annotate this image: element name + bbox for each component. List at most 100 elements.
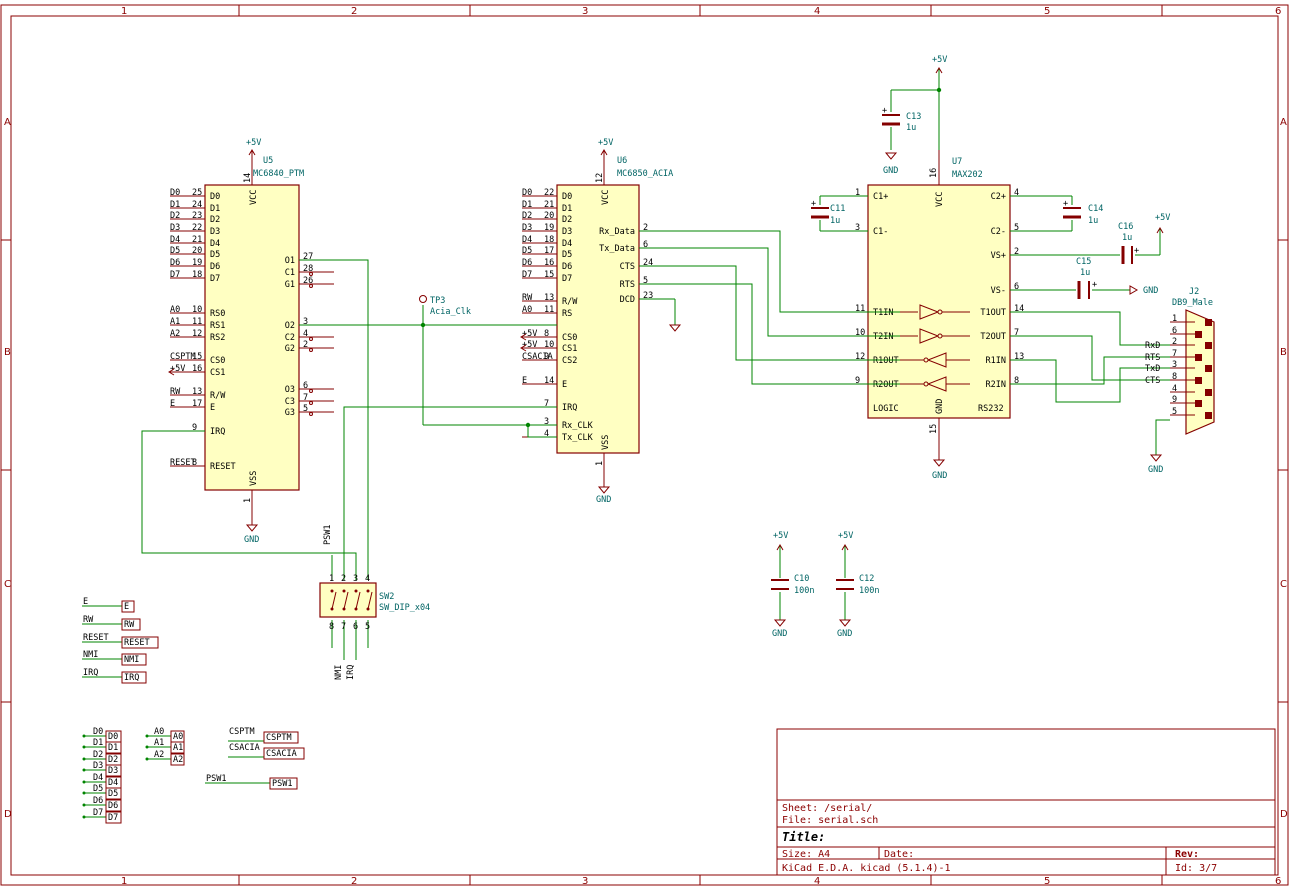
u7-rs232: RS232 — [978, 404, 1004, 414]
hier-net: D3 — [93, 761, 103, 771]
u7-vcc: VCC — [935, 192, 945, 207]
net-label: A1 — [170, 317, 180, 327]
pin-name: CS0 — [210, 356, 225, 366]
title-block — [776, 728, 1276, 876]
sw2-dip-switch[interactable] — [319, 582, 377, 618]
pin-number: 4 — [303, 329, 308, 339]
tb-size: Size: A4 — [782, 849, 830, 860]
hier-left-text: IRQ — [124, 673, 139, 683]
frame-row-left: A — [4, 117, 11, 128]
pin-number: 18 — [192, 270, 202, 280]
pin-number: 1 — [1172, 314, 1177, 324]
pin-name: E — [210, 403, 215, 413]
pin-number: 11 — [544, 305, 554, 315]
hier-net: D1 — [93, 738, 103, 748]
pin-number: 22 — [544, 188, 554, 198]
pin-number: 1 — [329, 574, 334, 584]
hier-dot — [82, 791, 86, 795]
hier-net: D4 — [93, 773, 103, 783]
frame-col-top: 2 — [351, 6, 357, 17]
pin-number: 24 — [192, 200, 202, 210]
hier-dot — [82, 745, 86, 749]
c12-pwr: +5V — [838, 531, 853, 541]
frame-col-bottom: 2 — [351, 876, 357, 887]
net-label: D0 — [522, 188, 532, 198]
gnd-icon — [773, 619, 787, 627]
c13-ref: C13 — [906, 112, 921, 122]
pin-name: D5 — [562, 250, 572, 260]
net-label: RW — [522, 293, 533, 303]
pin-number: 2 — [303, 340, 308, 350]
gnd-icon — [597, 486, 611, 494]
pin-name: D0 — [210, 192, 220, 202]
u5-gnd: GND — [244, 535, 259, 545]
tp3-testpoint[interactable] — [419, 295, 427, 303]
pin-number: 5 — [303, 404, 308, 414]
pin-name: G2 — [285, 344, 295, 354]
hier-net: IRQ — [83, 668, 98, 678]
nc-marker — [309, 412, 313, 416]
c11-value: 1u — [830, 216, 840, 226]
hierarchical-labels: E ERW RWRESET RESETNMI NMIIRQ IRQD0 D0D1 D1D2 D2… — [82, 597, 305, 824]
pin-number: 5 — [1172, 407, 1177, 417]
contact-icon — [354, 589, 358, 593]
top-pwr: +5V — [932, 55, 947, 65]
hier-cs-text: CSPTM — [266, 733, 292, 743]
u7-gnd: GND — [932, 471, 947, 481]
net-label: D0 — [170, 188, 180, 198]
u7-ref: U7 — [952, 157, 962, 167]
pin-name: RS0 — [210, 309, 225, 319]
pin-name: R2IN — [986, 380, 1006, 390]
frame-row-right: A — [1280, 117, 1287, 128]
pin-number: 8 — [329, 622, 334, 632]
pin-name: C3 — [285, 397, 295, 407]
contact-icon — [342, 589, 346, 593]
hier-data-text: D0 — [108, 732, 118, 742]
frame-col-top: 6 — [1275, 6, 1281, 17]
pin-name: G3 — [285, 408, 295, 418]
pin-number: 3 — [1172, 360, 1177, 370]
net-label: RESET — [170, 458, 196, 468]
hier-cs-text: CSACIA — [266, 749, 297, 759]
pin-name: VS- — [991, 286, 1006, 296]
pin-number: 6 — [1172, 326, 1177, 336]
pin-number: 13 — [192, 387, 202, 397]
hier-dot — [145, 734, 149, 738]
nc-marker — [309, 401, 313, 405]
pin-name: D2 — [210, 215, 220, 225]
pin-name: R2OUT — [873, 380, 899, 390]
j2-net-cts: CTS — [1145, 376, 1160, 386]
frame-col-bottom: 6 — [1275, 876, 1281, 887]
hier-dot — [82, 803, 86, 807]
u6-value: MC6850_ACIA — [617, 169, 673, 179]
pin-number: 10 — [192, 305, 202, 315]
pin-number: 20 — [544, 211, 554, 221]
nc-marker — [309, 337, 313, 341]
gnd-icon — [884, 152, 898, 160]
c12-gnd: GND — [837, 629, 852, 639]
pin-number: 10 — [544, 340, 554, 350]
c10-gnd: GND — [772, 629, 787, 639]
frame-row-left: C — [4, 579, 11, 590]
tp3-value: Acia_Clk — [430, 307, 471, 317]
pin-name: DCD — [620, 295, 635, 305]
pin-name: D1 — [210, 204, 220, 214]
pin-number: 4 — [1172, 384, 1177, 394]
hier-net: E — [83, 597, 88, 607]
svg-text:+: + — [1092, 280, 1097, 290]
frame-col-bottom: 5 — [1044, 876, 1050, 887]
hier-left-text: NMI — [124, 655, 139, 665]
pin-name: D5 — [210, 250, 220, 260]
pin-number: 7 — [1172, 349, 1177, 359]
net-label: D7 — [170, 270, 180, 280]
sw2-nmi: NMI — [334, 665, 344, 680]
pin-number: 22 — [192, 223, 202, 233]
pin-name: G1 — [285, 280, 295, 290]
pin-number: 15 — [544, 270, 554, 280]
pin-number: 4 — [365, 574, 370, 584]
c14-ref: C14 — [1088, 204, 1103, 214]
u6-vss: VSS — [601, 435, 611, 450]
pin-number: 21 — [192, 235, 202, 245]
frame-row-left: B — [4, 347, 11, 358]
hier-net: D5 — [93, 784, 103, 794]
